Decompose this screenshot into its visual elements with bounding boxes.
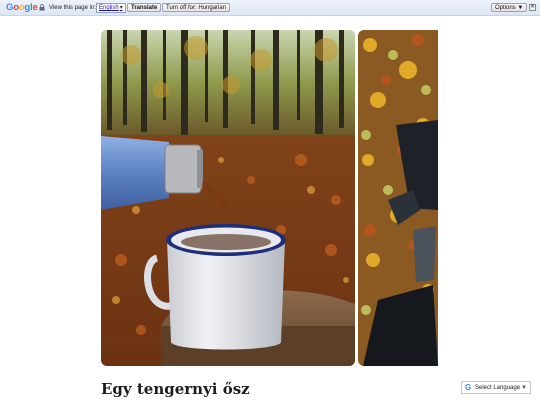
close-icon[interactable]: ✕ [529, 3, 536, 11]
chevron-down-icon: ▾ [119, 5, 123, 11]
chevron-down-icon: ▼ [521, 385, 527, 391]
autumn-leaves-boots-photo[interactable] [358, 30, 438, 366]
select-language-label: Select Language [475, 385, 521, 391]
turn-off-button[interactable]: Turn off for: Hungarian [162, 2, 231, 12]
lock-icon [39, 4, 45, 11]
translate-button[interactable]: Translate [127, 2, 162, 12]
google-logo: Google [6, 2, 38, 13]
photo-image [101, 30, 355, 366]
translate-prompt: View this page in: [49, 4, 96, 11]
language-value: English [99, 5, 119, 11]
post-title: Egy tengernyi ősz [101, 380, 250, 398]
photo-image-2 [358, 30, 438, 366]
translate-bar: Google View this page in: English▾ Trans… [0, 0, 540, 16]
language-dropdown[interactable]: English▾ [96, 3, 126, 13]
autumn-coffee-photo[interactable] [101, 30, 355, 366]
select-language-dropdown[interactable]: G Select Language ▼ [461, 381, 531, 394]
options-button[interactable]: Options ▼ [491, 2, 528, 12]
google-g-icon: G [465, 383, 472, 392]
